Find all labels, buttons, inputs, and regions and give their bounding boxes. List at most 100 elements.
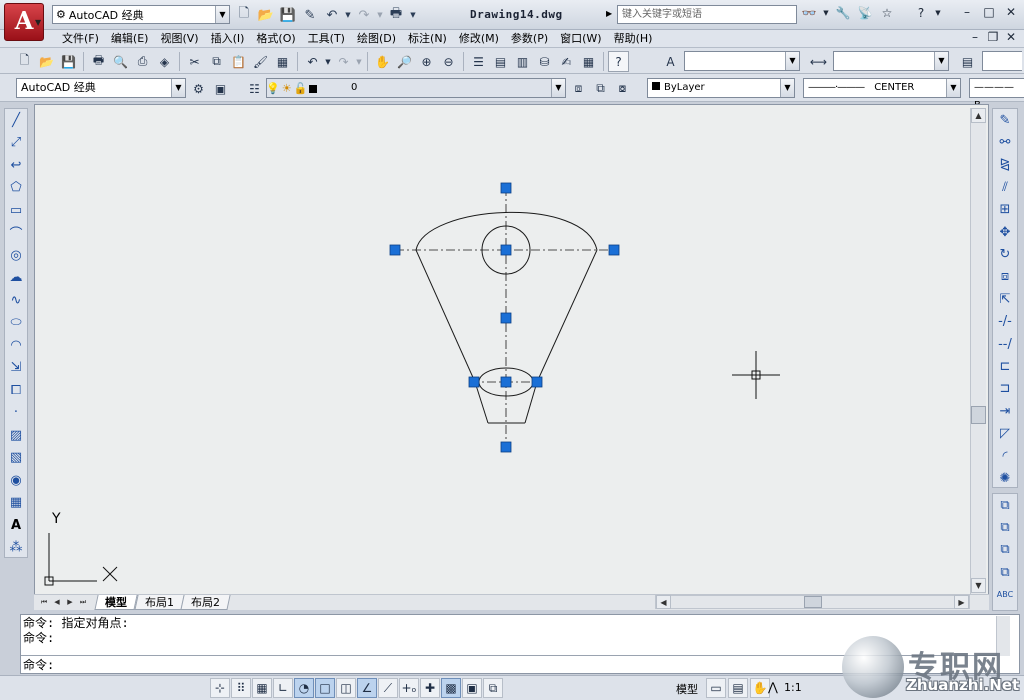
workspace-combo[interactable]: AutoCAD 经典 ▼ bbox=[16, 78, 186, 98]
workspace-settings-icon[interactable]: ⚙ bbox=[188, 78, 209, 99]
grip[interactable] bbox=[500, 244, 512, 256]
paste-icon[interactable]: 📋 bbox=[228, 51, 249, 72]
ellipse-arc-icon[interactable]: ◠ bbox=[5, 334, 27, 357]
quick-view-drawings-icon[interactable]: ▤ bbox=[728, 678, 748, 698]
dynamic-input-icon[interactable]: +ₒ bbox=[399, 678, 419, 698]
menu-edit[interactable]: 编辑(E) bbox=[105, 31, 155, 47]
annotation-scale-icon[interactable]: ⋀ bbox=[768, 680, 778, 694]
dimension-style-combo[interactable]: ▼ bbox=[833, 51, 949, 71]
satellite-icon[interactable]: 📡 bbox=[856, 5, 874, 23]
object-snap-tracking-icon[interactable]: ∠ bbox=[357, 678, 377, 698]
model-space-label[interactable]: 模型 bbox=[676, 681, 698, 697]
menu-format[interactable]: 格式(O) bbox=[250, 31, 301, 47]
block-editor-icon[interactable]: ▦ bbox=[272, 51, 293, 72]
menu-dimension[interactable]: 标注(N) bbox=[402, 31, 453, 47]
markup-icon[interactable]: ✍ bbox=[556, 51, 577, 72]
line-icon[interactable]: ╱ bbox=[5, 109, 27, 132]
ortho-icon[interactable]: ∟ bbox=[273, 678, 293, 698]
polyline-icon[interactable]: ↩ bbox=[5, 154, 27, 177]
customize-icon[interactable]: ▣ bbox=[210, 78, 231, 99]
circle-icon[interactable]: ◎ bbox=[5, 244, 27, 267]
maximize-icon[interactable]: □ bbox=[980, 4, 998, 22]
help-icon[interactable]: ? bbox=[912, 5, 930, 23]
next-tab-icon[interactable]: ▶ bbox=[64, 596, 76, 609]
infer-constraints-icon[interactable]: ⊹ bbox=[210, 678, 230, 698]
chevron-down-icon[interactable]: ▼ bbox=[551, 79, 565, 97]
search-input[interactable]: 键入关键字或短语 bbox=[617, 5, 797, 24]
table-icon[interactable]: ▦ bbox=[5, 492, 27, 515]
binoculars-icon[interactable]: 👓 bbox=[800, 5, 818, 23]
qa-customize-icon[interactable]: ▼ bbox=[408, 5, 418, 25]
sheet-set-icon[interactable]: ⛁ bbox=[534, 51, 555, 72]
scroll-right-icon[interactable]: ▶ bbox=[954, 595, 969, 609]
grip[interactable] bbox=[531, 376, 543, 388]
vertical-scrollbar[interactable]: ▲ ▼ bbox=[970, 108, 986, 594]
help-icon[interactable]: ? bbox=[608, 51, 629, 72]
zoom-realtime-icon[interactable]: 🔎 bbox=[394, 51, 415, 72]
move-icon[interactable]: ✥ bbox=[993, 221, 1017, 243]
wrench-icon[interactable]: 🔧 bbox=[834, 5, 852, 23]
chevron-down-icon[interactable]: ▼ bbox=[215, 6, 229, 23]
right-side-line[interactable] bbox=[536, 249, 598, 383]
transparency-icon[interactable]: ▩ bbox=[441, 678, 461, 698]
selection-cycling-icon[interactable]: ⧉ bbox=[483, 678, 503, 698]
table-style-combo[interactable] bbox=[982, 51, 1022, 71]
dropdown-arrow-icon[interactable]: ▼ bbox=[324, 51, 332, 72]
pan-icon[interactable]: ✋ bbox=[750, 678, 770, 698]
explode-icon[interactable]: ✺ bbox=[993, 467, 1017, 489]
grid-icon[interactable]: ▦ bbox=[252, 678, 272, 698]
bring-above-icon[interactable]: ⧉ bbox=[993, 539, 1017, 561]
top-arc[interactable] bbox=[415, 211, 598, 251]
menu-help[interactable]: 帮助(H) bbox=[608, 31, 659, 47]
menu-insert[interactable]: 插入(I) bbox=[205, 31, 251, 47]
dropdown-arrow-icon[interactable]: ▼ bbox=[934, 5, 942, 23]
layer-combo[interactable]: 0 ▼ bbox=[266, 78, 566, 98]
3d-osnap-icon[interactable]: ◫ bbox=[336, 678, 356, 698]
chevron-down-icon[interactable]: ▼ bbox=[785, 52, 799, 70]
break-icon[interactable]: ⊐ bbox=[993, 378, 1017, 400]
array-icon[interactable]: ⊞ bbox=[993, 199, 1017, 221]
layer-state-icon[interactable]: ⧇ bbox=[612, 78, 633, 99]
menu-tools[interactable]: 工具(T) bbox=[302, 31, 351, 47]
copy-icon[interactable]: ⚯ bbox=[993, 131, 1017, 153]
undo-icon[interactable]: ↶ bbox=[322, 5, 342, 25]
prev-tab-icon[interactable]: ◀ bbox=[51, 596, 63, 609]
save-as-icon[interactable]: ✎ bbox=[300, 5, 320, 25]
redo-icon[interactable]: ↷ bbox=[354, 5, 374, 25]
design-center-icon[interactable]: ▤ bbox=[490, 51, 511, 72]
print-icon[interactable]: 🖶 bbox=[386, 5, 406, 25]
chevron-down-icon[interactable]: ▼ bbox=[946, 79, 960, 97]
first-tab-icon[interactable]: ⏮ bbox=[38, 596, 50, 609]
qnew-icon[interactable]: 🗋 bbox=[14, 51, 35, 72]
object-snap-icon[interactable]: □ bbox=[315, 678, 335, 698]
scroll-up-icon[interactable]: ▲ bbox=[971, 108, 986, 123]
left-side-line[interactable] bbox=[415, 249, 476, 383]
horizontal-scroll-thumb[interactable] bbox=[804, 596, 822, 608]
spline-icon[interactable]: ∿ bbox=[5, 289, 27, 312]
tab-layout2[interactable]: 布局2 bbox=[180, 595, 231, 610]
construction-line-icon[interactable]: ⤢ bbox=[5, 132, 27, 155]
trim-icon[interactable]: -/- bbox=[993, 311, 1017, 333]
tab-model[interactable]: 模型 bbox=[94, 595, 138, 610]
ellipse-icon[interactable]: ⬭ bbox=[5, 312, 27, 335]
dropdown-arrow-icon[interactable]: ▼ bbox=[344, 5, 352, 25]
command-prompt[interactable]: 命令: bbox=[23, 658, 54, 673]
quick-properties-icon[interactable]: ▣ bbox=[462, 678, 482, 698]
match-properties-icon[interactable]: 🖌 bbox=[250, 51, 271, 72]
linetype-combo[interactable]: ———·——— CENTER ▼ bbox=[803, 78, 961, 98]
mtext-icon[interactable]: A bbox=[5, 514, 27, 537]
polygon-icon[interactable]: ⬠ bbox=[5, 177, 27, 200]
chamfer-icon[interactable]: ◸ bbox=[993, 422, 1017, 444]
send-to-back-icon[interactable]: ⧉ bbox=[993, 516, 1017, 538]
layer-previous-icon[interactable]: ⧉ bbox=[590, 78, 611, 99]
zoom-window-icon[interactable]: ⊕ bbox=[416, 51, 437, 72]
grip[interactable] bbox=[468, 376, 480, 388]
rotate-icon[interactable]: ↻ bbox=[993, 243, 1017, 265]
point-icon[interactable]: · bbox=[5, 402, 27, 425]
menu-view[interactable]: 视图(V) bbox=[154, 31, 204, 47]
doc-minimize-icon[interactable]: – bbox=[968, 31, 982, 45]
dynamic-ucs-icon[interactable]: ⟋ bbox=[378, 678, 398, 698]
dropdown-arrow-icon[interactable]: ▼ bbox=[822, 5, 830, 23]
send-under-icon[interactable]: ⧉ bbox=[993, 561, 1017, 583]
scale-icon[interactable]: ⧈ bbox=[993, 266, 1017, 288]
